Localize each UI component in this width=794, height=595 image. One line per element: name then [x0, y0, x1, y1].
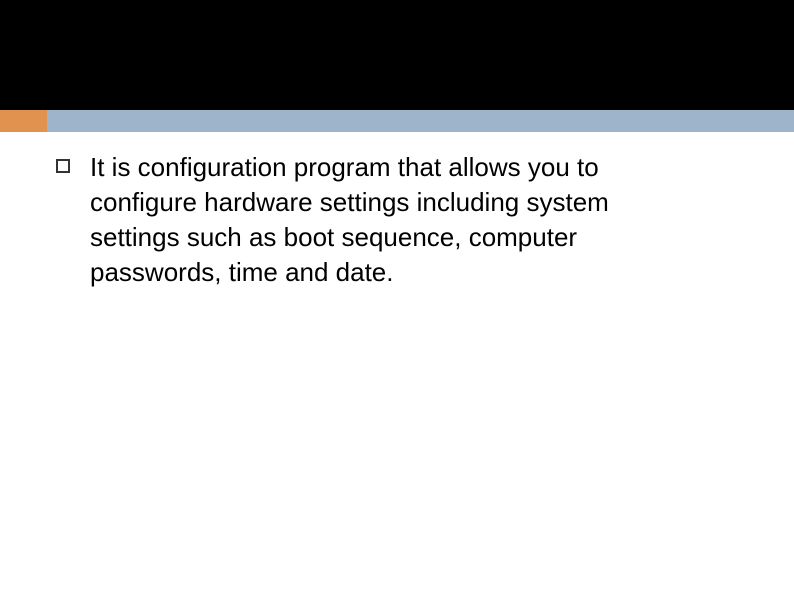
header-black-band — [0, 0, 794, 110]
bullet-square-icon — [56, 159, 70, 173]
bullet-text: It is configuration program that allows … — [90, 150, 670, 290]
accent-orange-tab — [0, 110, 47, 132]
slide-body: It is configuration program that allows … — [56, 150, 756, 290]
accent-blue-bar — [47, 110, 794, 132]
list-item: It is configuration program that allows … — [56, 150, 756, 290]
